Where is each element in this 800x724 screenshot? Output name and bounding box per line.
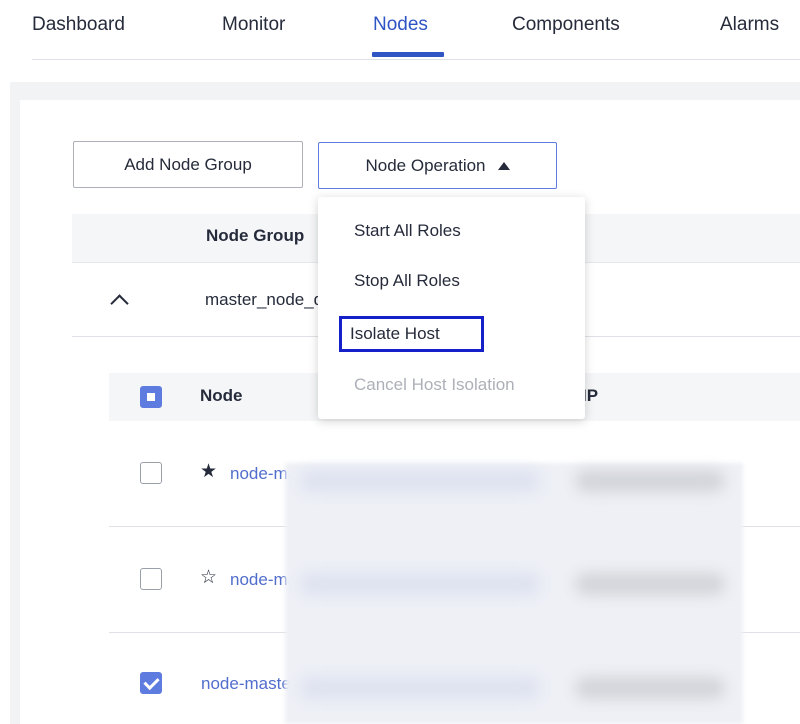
add-node-group-button[interactable]: Add Node Group: [73, 141, 303, 188]
tab-alarms[interactable]: Alarms: [720, 14, 779, 36]
add-node-group-label: Add Node Group: [124, 154, 252, 174]
redacted-bar: [575, 470, 725, 492]
redacted-bar: [575, 677, 725, 699]
tabs-divider: [32, 59, 800, 60]
redacted-bar: [575, 573, 725, 595]
caret-up-icon: [497, 161, 510, 170]
node-operation-menu: Start All Roles Stop All Roles Isolate H…: [318, 197, 585, 419]
star-filled-icon[interactable]: ★: [200, 462, 217, 482]
node-operation-button[interactable]: Node Operation: [318, 142, 557, 189]
tab-components[interactable]: Components: [512, 14, 620, 36]
redacted-bar: [300, 470, 540, 492]
redacted-bar: [300, 573, 540, 595]
menu-item-cancel-host-isolation: Cancel Host Isolation: [354, 375, 515, 394]
menu-item-start-all-roles[interactable]: Start All Roles: [354, 221, 461, 241]
row-checkbox[interactable]: [140, 568, 162, 590]
menu-item-stop-all-roles[interactable]: Stop All Roles: [354, 271, 460, 291]
redacted-bar: [300, 677, 540, 699]
isolate-host-focus-outline: [339, 316, 484, 352]
select-all-checkbox[interactable]: [140, 386, 162, 408]
top-tab-bar: Dashboard Monitor Nodes Components Alarm…: [0, 0, 800, 60]
node-operation-label: Node Operation: [365, 155, 486, 175]
tab-monitor[interactable]: Monitor: [222, 14, 285, 36]
row-checkbox[interactable]: [140, 462, 162, 484]
node-column-header: Node: [200, 386, 243, 405]
node-group-column-header: Node Group: [206, 226, 305, 245]
active-tab-indicator: [372, 52, 444, 57]
tab-nodes[interactable]: Nodes: [373, 14, 428, 36]
star-outline-icon[interactable]: ☆: [200, 568, 217, 588]
row-checkbox-checked[interactable]: [140, 672, 162, 694]
tab-dashboard[interactable]: Dashboard: [32, 14, 125, 36]
